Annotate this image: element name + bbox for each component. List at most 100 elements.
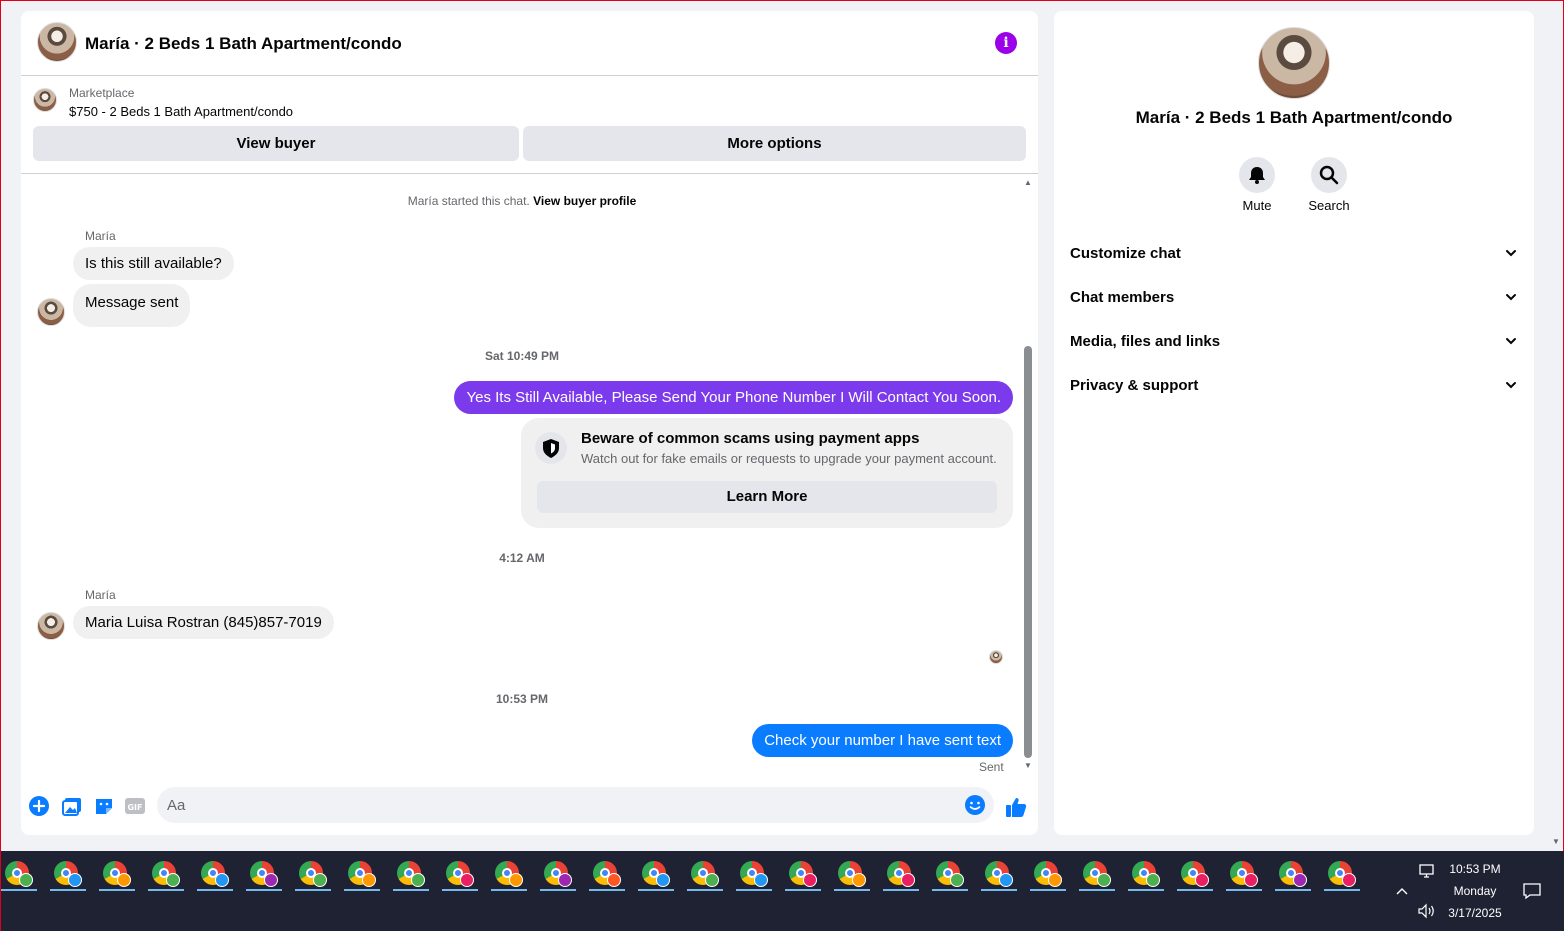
thumbs-up-icon[interactable]: [1004, 795, 1027, 817]
taskbar-chrome-icon[interactable]: [932, 859, 968, 893]
scroll-down-arrow[interactable]: ▼: [1023, 761, 1033, 771]
taskbar-chrome-icon[interactable]: [883, 859, 919, 893]
taskbar-chrome-icon[interactable]: [344, 859, 380, 893]
chevron-down-icon: [1504, 334, 1518, 348]
scam-warning-title: Beware of common scams using payment app…: [581, 430, 920, 447]
search-action[interactable]: Search: [1299, 157, 1359, 213]
scrollbar-thumb[interactable]: [1024, 346, 1032, 758]
marketplace-listing-bar: Marketplace $750 - 2 Beds 1 Bath Apartme…: [21, 76, 1038, 174]
taskbar-chrome-icon[interactable]: [295, 859, 331, 893]
scroll-up-arrow[interactable]: ▲: [1023, 178, 1033, 188]
message-timestamp: Sat 10:49 PM: [484, 349, 560, 363]
bell-icon[interactable]: [1239, 157, 1275, 193]
message-bubble-incoming[interactable]: Maria Luisa Rostran (845)857-7019: [73, 606, 334, 639]
mute-action[interactable]: Mute: [1227, 157, 1287, 213]
section-privacy-support[interactable]: Privacy & support: [1070, 363, 1518, 407]
view-buyer-button[interactable]: View buyer: [33, 126, 519, 161]
volume-icon[interactable]: [1417, 903, 1437, 919]
taskbar-chrome-icon[interactable]: [638, 859, 674, 893]
section-media-files-links[interactable]: Media, files and links: [1070, 319, 1518, 363]
chevron-down-icon: [1504, 246, 1518, 260]
clock-date[interactable]: 3/17/2025: [1435, 906, 1515, 920]
taskbar-chrome-icon[interactable]: [148, 859, 184, 893]
taskbar-chrome-icon[interactable]: [1128, 859, 1164, 893]
sent-status: Sent: [979, 760, 1004, 774]
message-bubble-incoming[interactable]: Is this still available?: [73, 247, 234, 280]
scam-warning-card: Beware of common scams using payment app…: [521, 418, 1013, 528]
details-title: María · 2 Beds 1 Bath Apartment/condo: [1135, 108, 1453, 127]
section-customize-chat[interactable]: Customize chat: [1070, 231, 1518, 275]
page-scroll-down-arrow[interactable]: ▼: [1552, 837, 1560, 846]
mute-label: Mute: [1242, 198, 1272, 213]
gif-icon[interactable]: GIF: [124, 795, 146, 817]
taskbar-chrome-icon[interactable]: [785, 859, 821, 893]
section-label: Privacy & support: [1070, 377, 1199, 394]
chat-panel: María · 2 Beds 1 Bath Apartment/condo i …: [21, 11, 1038, 835]
network-icon[interactable]: [1417, 863, 1437, 879]
chevron-up-icon[interactable]: [1394, 884, 1410, 898]
taskbar-chrome-icon[interactable]: [50, 859, 86, 893]
taskbar-chrome-icon[interactable]: [1079, 859, 1115, 893]
taskbar-chrome-icon[interactable]: [1177, 859, 1213, 893]
learn-more-button[interactable]: Learn More: [537, 481, 997, 513]
taskbar-chrome-icon[interactable]: [736, 859, 772, 893]
svg-text:GIF: GIF: [127, 803, 142, 812]
taskbar-chrome-icon[interactable]: [1226, 859, 1262, 893]
listing-thumbnail[interactable]: [33, 88, 57, 112]
section-label: Chat members: [1070, 289, 1175, 306]
chevron-down-icon: [1504, 378, 1518, 392]
taskbar-chrome-icon[interactable]: [1275, 859, 1311, 893]
taskbar-chrome-icon[interactable]: [393, 859, 429, 893]
taskbar-chrome-icon[interactable]: [491, 859, 527, 893]
taskbar-chrome-icon[interactable]: [1, 859, 37, 893]
taskbar-chrome-icon[interactable]: [540, 859, 576, 893]
info-icon[interactable]: i: [995, 32, 1017, 54]
message-bubble-outgoing[interactable]: Yes Its Still Available, Please Send You…: [454, 381, 1013, 414]
section-label: Media, files and links: [1070, 333, 1221, 350]
listing-title[interactable]: $750 - 2 Beds 1 Bath Apartment/condo: [69, 104, 293, 119]
message-composer: GIF: [21, 785, 1038, 835]
taskbar-chrome-icon[interactable]: [981, 859, 1017, 893]
taskbar: 10:53 PM Monday 3/17/2025: [1, 851, 1564, 931]
marketplace-label: Marketplace: [69, 86, 135, 100]
taskbar-chrome-icon[interactable]: [589, 859, 625, 893]
message-input-container: [157, 787, 994, 823]
clock-day[interactable]: Monday: [1435, 884, 1515, 898]
sticker-icon[interactable]: [93, 795, 115, 817]
scam-warning-description: Watch out for fake emails or requests to…: [581, 451, 997, 466]
shield-icon: [535, 432, 567, 464]
taskbar-chrome-icon[interactable]: [246, 859, 282, 893]
started-text: María started this chat.: [407, 194, 530, 208]
photo-icon[interactable]: [61, 795, 83, 817]
taskbar-chrome-icon[interactable]: [1324, 859, 1360, 893]
taskbar-chrome-icon[interactable]: [834, 859, 870, 893]
taskbar-chrome-icon[interactable]: [99, 859, 135, 893]
sender-avatar[interactable]: [37, 612, 65, 640]
sender-name: María: [85, 229, 116, 243]
emoji-icon[interactable]: [964, 794, 986, 816]
message-bubble-outgoing[interactable]: Check your number I have sent text: [752, 724, 1013, 757]
chevron-down-icon: [1504, 290, 1518, 304]
more-options-button[interactable]: More options: [523, 126, 1026, 161]
taskbar-chrome-icon[interactable]: [1030, 859, 1066, 893]
chat-started-notice: María started this chat. View buyer prof…: [21, 194, 1023, 208]
plus-icon[interactable]: [28, 795, 50, 817]
notification-icon[interactable]: [1522, 882, 1542, 900]
clock-time[interactable]: 10:53 PM: [1435, 862, 1515, 876]
search-icon[interactable]: [1311, 157, 1347, 193]
view-buyer-profile-link[interactable]: View buyer profile: [533, 194, 636, 208]
sender-avatar[interactable]: [37, 298, 65, 326]
message-bubble-incoming[interactable]: Message sent: [73, 284, 191, 327]
search-label: Search: [1308, 198, 1350, 213]
profile-avatar[interactable]: [1258, 27, 1330, 99]
taskbar-chrome-icon[interactable]: [442, 859, 478, 893]
taskbar-chrome-icon[interactable]: [687, 859, 723, 893]
message-input[interactable]: [167, 787, 947, 823]
message-timestamp: 10:53 PM: [495, 692, 549, 706]
chat-title[interactable]: María · 2 Beds 1 Bath Apartment/condo: [85, 34, 402, 54]
sender-name: María: [85, 588, 116, 602]
taskbar-chrome-icon[interactable]: [197, 859, 233, 893]
chat-avatar[interactable]: [37, 22, 77, 62]
section-chat-members[interactable]: Chat members: [1070, 275, 1518, 319]
chat-details-panel: María · 2 Beds 1 Bath Apartment/condo Mu…: [1054, 11, 1534, 835]
